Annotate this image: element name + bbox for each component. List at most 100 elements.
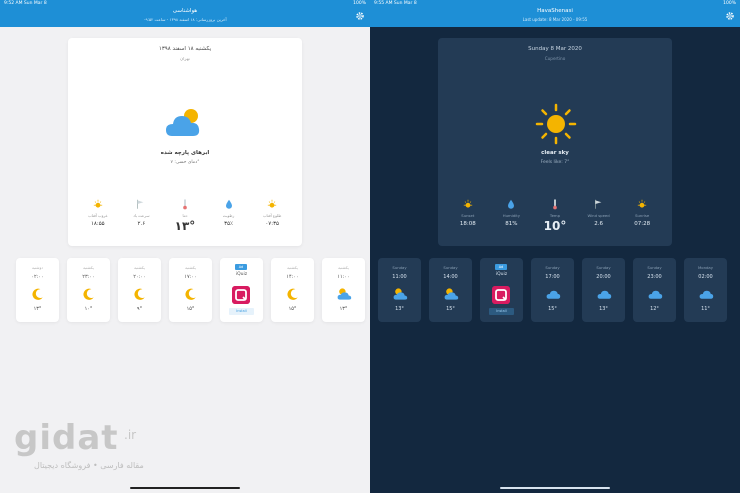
forecast-time: ۱۱:۰۰ (337, 274, 350, 280)
status-time: 9:52 AM Sun Mar 8 (4, 1, 47, 6)
stat-value: ۲.۶ (137, 221, 146, 227)
moon-icon (185, 288, 196, 300)
gear-icon[interactable] (355, 11, 365, 21)
cloud-icon (699, 290, 714, 299)
stat-label: رطوبت (222, 213, 235, 218)
stat-thermometer: دما ۱۳° (163, 198, 207, 234)
status-bar: 9:52 AM Sun Mar 8 100% (0, 0, 370, 8)
home-indicator (130, 487, 240, 489)
forecast-temp: 15° (446, 306, 455, 312)
ad-badge: Ad (235, 264, 247, 270)
feels-like: دمای حسی: ۷° (170, 160, 200, 165)
install-button[interactable]: Install (489, 308, 514, 315)
ad-app-name: iQuiz (235, 272, 248, 277)
forecast-time: 14:00 (443, 274, 458, 280)
iquiz-logo-icon (232, 286, 250, 304)
cloud-icon (546, 290, 561, 299)
stat-label: دما (182, 213, 188, 218)
ad-card[interactable]: Ad iQuiz Install (480, 258, 523, 322)
cloud-sun-icon (393, 288, 408, 300)
wind-icon (594, 199, 601, 209)
condition-text: ابرهای پارچه شده (160, 150, 210, 156)
stat-wind: سرعت باد ۲.۶ (120, 198, 164, 234)
forecast-temp: 13° (599, 306, 608, 312)
condition-text: clear sky (541, 150, 569, 156)
forecast-time: ۲۰:۰۰ (133, 274, 146, 280)
forecast-time: ۱۷:۰۰ (184, 274, 197, 280)
stat-value: ۳۵٪ (224, 221, 234, 227)
stat-label: Wind speed (587, 213, 610, 218)
last-update: Last update: 8 Mar 2020 - 09:55 (522, 17, 588, 22)
stat-sunrise: طلوع آفتاب ۰۷:۳۵ (250, 198, 294, 234)
ad-app-name: iQuiz (495, 272, 508, 277)
feels-like: Feels like: 7° (540, 160, 570, 165)
light-theme-screen: 9:52 AM Sun Mar 8 100% هواشناسی آخرین بر… (0, 0, 370, 493)
moon-icon (32, 288, 43, 300)
hourly-forecast-card: Sunday 14:00 15° (429, 258, 472, 322)
forecast-day: یکشنبه (185, 265, 196, 270)
stat-sunset: Sunset 18:08 (446, 198, 490, 234)
forecast-temp: ۱۳° (33, 306, 42, 312)
watermark-tagline: مقاله فارسی • فروشگاه دیجیتال (34, 461, 144, 470)
hourly-forecast-card: یکشنبه ۱۴:۰۰ ۱۵° (271, 258, 314, 322)
humidity-icon (225, 199, 232, 209)
stat-value: ۰۷:۳۵ (265, 221, 279, 227)
forecast-day: یکشنبه (338, 265, 349, 270)
status-battery: 100% (723, 1, 736, 6)
current-weather-card: Sunday 8 Mar 2020 Cupertino clear sky Fe… (438, 38, 672, 246)
stat-value: ۱۳° (174, 219, 196, 233)
forecast-day: Sunday (596, 265, 611, 270)
install-button[interactable]: Install (229, 308, 254, 315)
forecast-temp: 15° (548, 306, 557, 312)
hourly-forecast-card: Sunday 11:00 13° (378, 258, 421, 322)
humidity-icon (508, 199, 515, 209)
sunset-icon (93, 199, 102, 208)
forecast-temp: 13° (395, 306, 404, 312)
cloud-icon (166, 109, 200, 136)
gear-icon[interactable] (725, 11, 735, 21)
location-name: تهران (180, 56, 190, 61)
forecast-temp: ۱۵° (288, 306, 297, 312)
forecast-time: ۰۲:۰۰ (31, 274, 44, 280)
stat-value: ۱۸:۵۵ (90, 221, 105, 227)
forecast-time: ۲۳:۰۰ (82, 274, 95, 280)
stat-value: 07:28 (634, 221, 651, 227)
status-bar: 9:55 AM Sun Mar 8 100% (370, 0, 740, 8)
stat-wind: Wind speed 2.6 (577, 198, 621, 234)
current-date: Sunday 8 Mar 2020 (528, 46, 582, 52)
moon-icon (134, 288, 145, 300)
forecast-day: Monday (698, 265, 713, 270)
stat-humidity: Humidity 81% (490, 198, 534, 234)
current-date: یکشنبه ۱۸ اسفند ۱۳۹۸ (158, 46, 212, 52)
ad-badge: Ad (495, 264, 507, 270)
stat-label: غروب آفتاب (88, 213, 108, 218)
hourly-forecast-card: یکشنبه ۱۱:۰۰ ۱۳° (322, 258, 365, 322)
forecast-time: 02:00 (698, 274, 713, 280)
stat-value: 81% (505, 221, 518, 227)
hourly-forecast-card: یکشنبه ۱۷:۰۰ ۱۵° (169, 258, 212, 322)
stat-sunset: غروب آفتاب ۱۸:۵۵ (76, 198, 120, 234)
stat-label: Sunset (461, 213, 475, 218)
stat-sunrise: Sunrise 07:28 (620, 198, 664, 234)
hourly-forecast-card: Sunday 17:00 15° (531, 258, 574, 322)
forecast-day: Sunday (392, 265, 407, 270)
stat-thermometer: Temp 10° (533, 198, 577, 234)
wind-icon (137, 199, 144, 209)
last-update: آخرین بروزرسانی: ۱۸ اسفند ۱۳۹۸ - ساعت ۰۹… (143, 17, 227, 22)
hourly-forecast-card: Monday 02:00 11° (684, 258, 727, 322)
stat-value: 2.6 (594, 221, 603, 227)
forecast-time: 20:00 (596, 274, 611, 280)
stat-label: Temp (549, 213, 561, 218)
ad-card[interactable]: Ad iQuiz Install (220, 258, 263, 322)
forecast-time: 17:00 (545, 274, 560, 280)
forecast-temp: 12° (650, 306, 659, 312)
app-header: 9:52 AM Sun Mar 8 100% هواشناسی آخرین بر… (0, 0, 370, 27)
forecast-temp: ۱۰° (84, 306, 93, 312)
sun-icon (535, 103, 577, 145)
thermometer-icon (553, 199, 557, 210)
hourly-forecast-card: یکشنبه ۲۰:۰۰ ۹° (118, 258, 161, 322)
forecast-day: یکشنبه (134, 265, 145, 270)
watermark-tld: .ir (124, 428, 137, 442)
iquiz-logo-icon (492, 286, 510, 304)
watermark: gidat .ir مقاله فارسی • فروشگاه دیجیتال (14, 418, 184, 478)
